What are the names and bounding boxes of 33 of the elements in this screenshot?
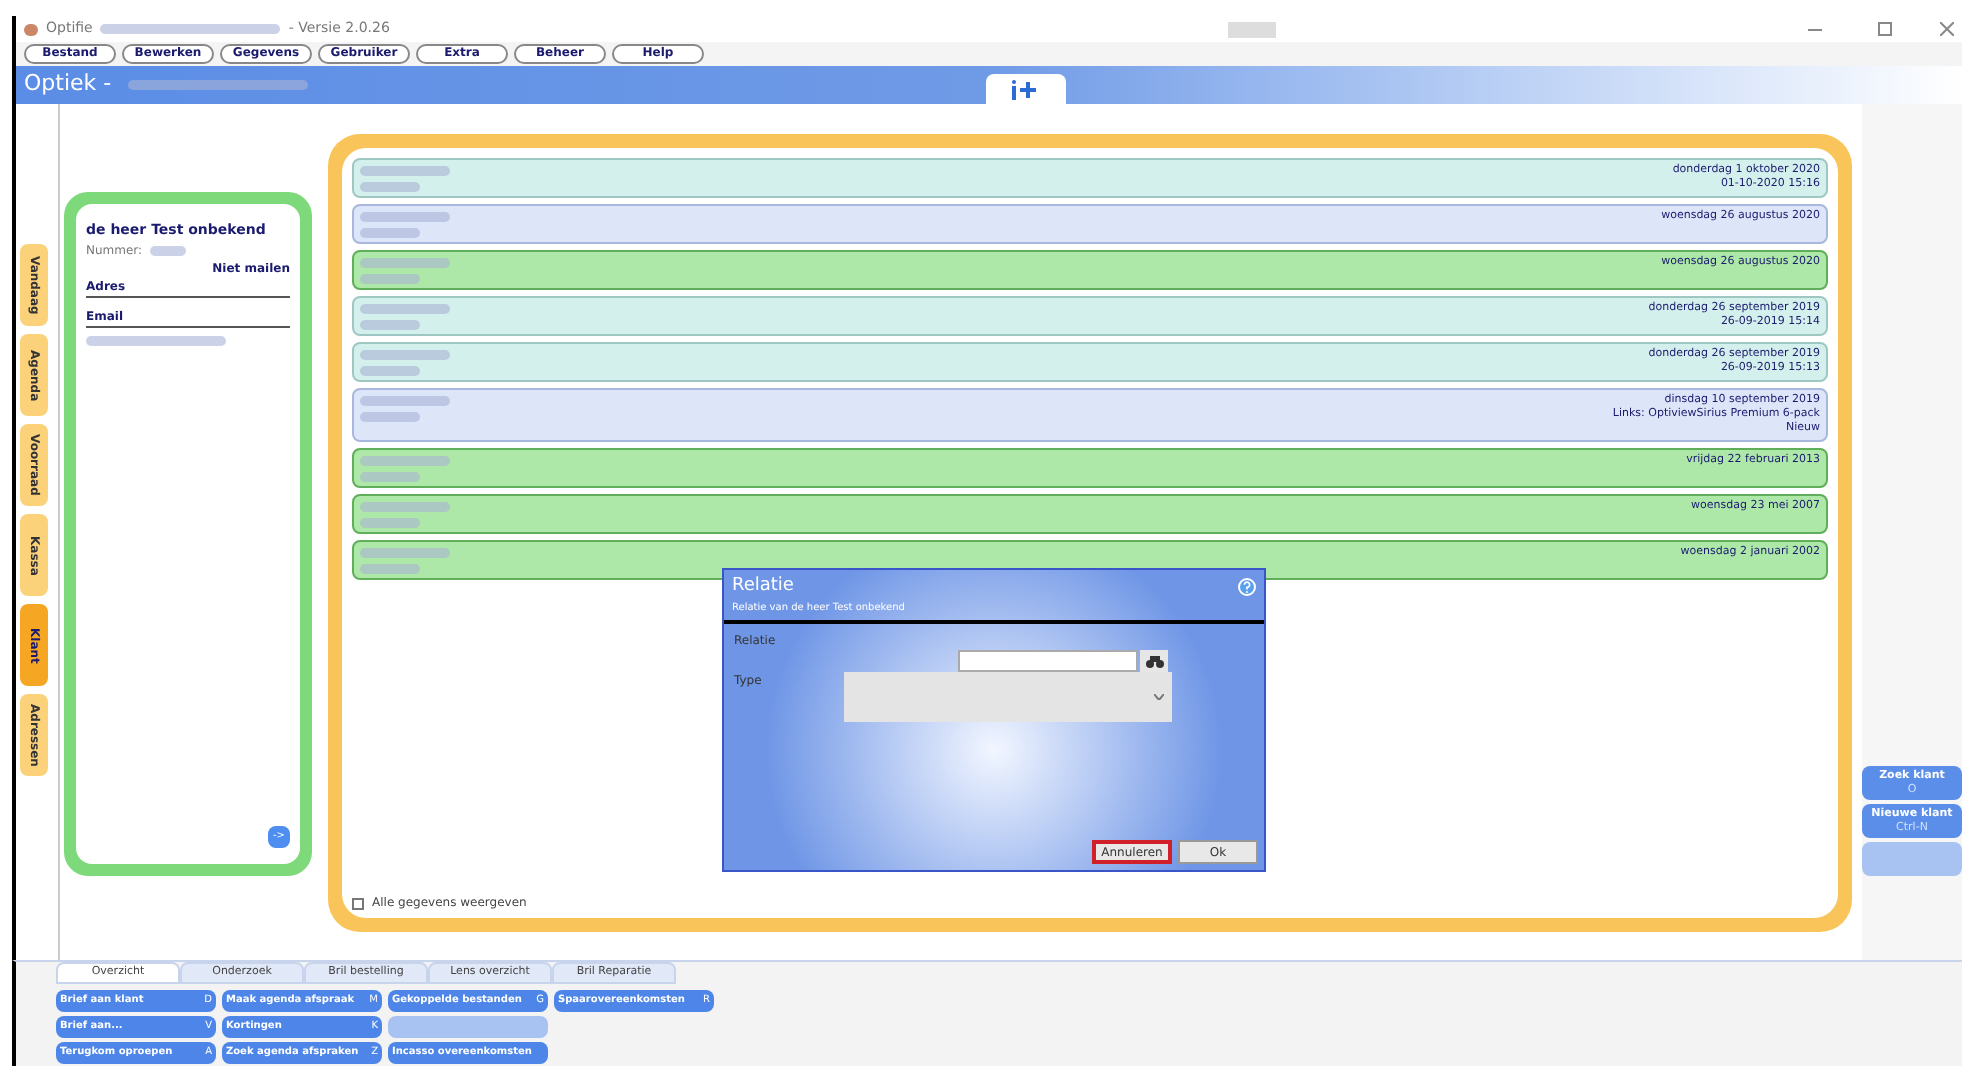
- redacted-blur: [360, 304, 450, 314]
- redacted-blur: [360, 274, 420, 284]
- redacted-blur: [360, 412, 420, 422]
- relation-field[interactable]: [958, 650, 1138, 672]
- redacted-blur: [150, 245, 187, 255]
- header-title: Optiek -: [24, 68, 112, 101]
- redacted-blur: [86, 335, 226, 345]
- redacted-blur: [360, 396, 450, 406]
- app-icon: [24, 23, 38, 35]
- tab-button[interactable]: [985, 74, 1066, 104]
- help-icon[interactable]: [1238, 578, 1256, 597]
- redacted-blur: [360, 518, 420, 528]
- redacted-blur: [360, 258, 450, 268]
- search-button[interactable]: [1140, 650, 1168, 672]
- redacted-blur: [360, 472, 420, 482]
- redacted-blur: [360, 456, 450, 466]
- add-info-icon: [1009, 78, 1042, 100]
- binoculars-icon: [1145, 655, 1163, 667]
- caret-icon: [1154, 694, 1164, 700]
- redacted-blur: [360, 320, 420, 330]
- redacted-blur: [360, 502, 450, 512]
- checkbox[interactable]: [352, 897, 364, 909]
- redacted-blur: [360, 548, 450, 558]
- redacted-blur: [360, 182, 420, 192]
- maximize-icon[interactable]: [1878, 22, 1892, 36]
- redacted-blur: [360, 350, 450, 360]
- close-icon[interactable]: [1940, 22, 1954, 36]
- redacted-blur: [360, 212, 450, 222]
- dialog-title: Relatie: [732, 574, 794, 600]
- redacted-blur: [360, 564, 420, 574]
- redacted-blur: [360, 228, 420, 238]
- redacted-blur: [360, 366, 420, 376]
- redacted-blur: [360, 166, 450, 176]
